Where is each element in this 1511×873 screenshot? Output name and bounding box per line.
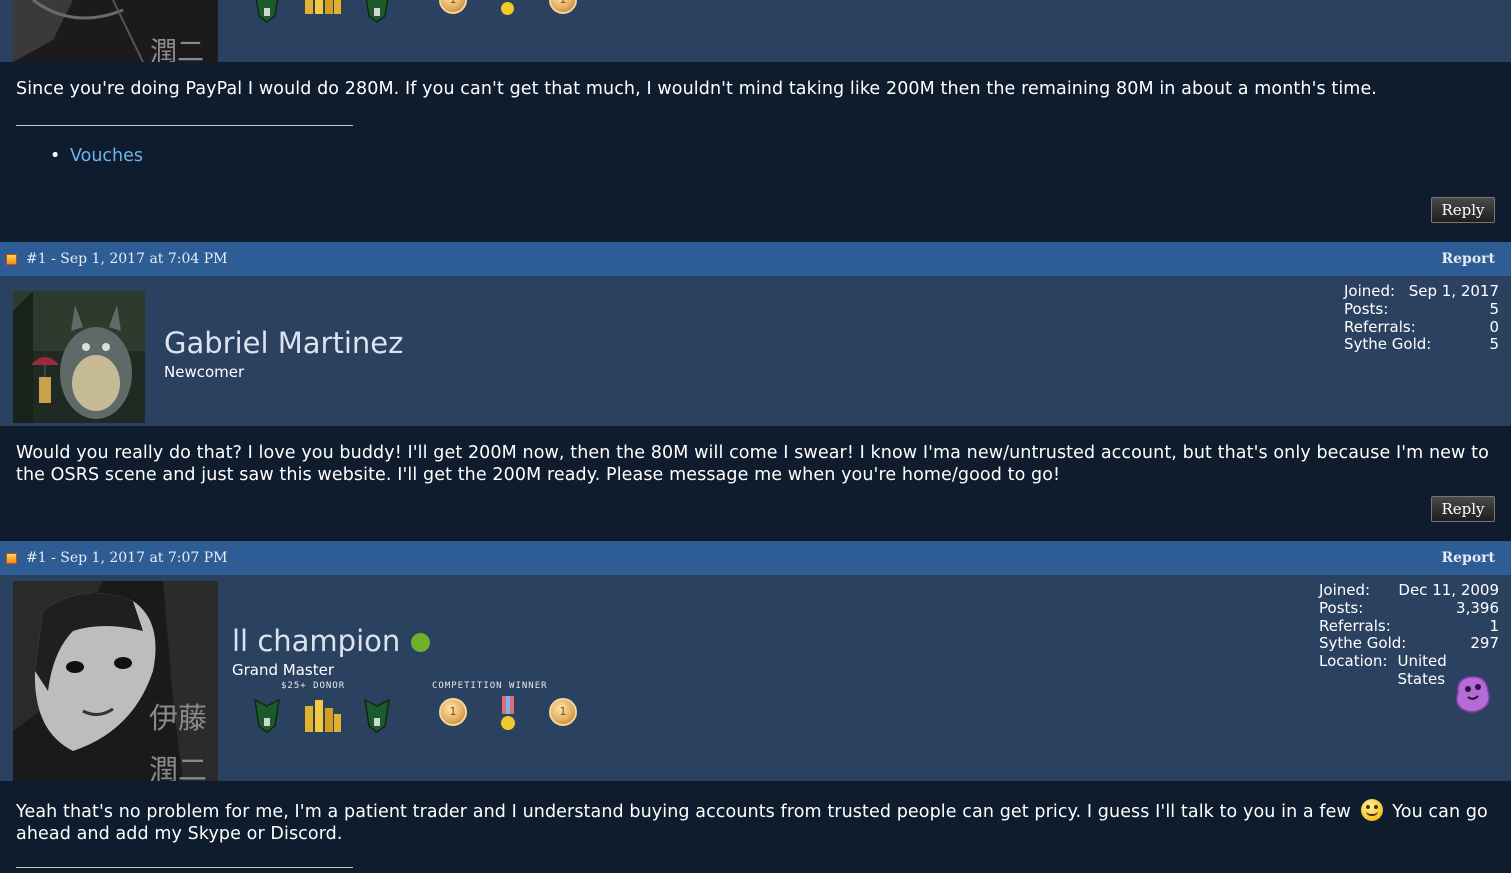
- post2-user-area: 伊藤 潤二 ll champion Grand Master $25+ DONO…: [0, 575, 1511, 781]
- medal-badge-icon: 1: [549, 698, 577, 726]
- post2-avatar[interactable]: 伊藤 潤二: [13, 581, 218, 781]
- stat-posts: Posts: 3,396: [1319, 598, 1499, 617]
- helm-badge-icon: [254, 698, 280, 733]
- signature-divider: [16, 867, 353, 868]
- medal-badge-icon: 1: [439, 0, 467, 14]
- report-link[interactable]: Report: [1441, 550, 1495, 566]
- avatar-caption: 伊藤: [149, 701, 208, 735]
- purple-mascot-icon: [1455, 676, 1490, 713]
- helm-badge-icon: [255, 0, 279, 23]
- helm-badge-icon: [364, 698, 390, 733]
- post1-header: #1 - Sep 1, 2017 at 7:04 PM Report: [0, 242, 1511, 276]
- donor-badge-label: $25+ DONOR: [281, 681, 346, 691]
- user-stats: Joined: Sep 1, 2017 Posts: 5 Referrals: 0 S…: [1344, 282, 1499, 354]
- post1-user-area: Gabriel Martinez Newcomer Joined: Sep 1, …: [0, 276, 1511, 426]
- user-rank: Grand Master: [232, 661, 335, 679]
- post2-message: Yeah that's no problem for me, I'm a pat…: [16, 799, 1496, 845]
- post1-message: Would you really do that? I love you bud…: [16, 443, 1489, 485]
- stat-sythe-gold: Sythe Gold: 5: [1344, 335, 1499, 354]
- smile-emoji-icon: [1360, 799, 1383, 821]
- post2-header: #1 - Sep 1, 2017 at 7:07 PM Report: [0, 541, 1511, 575]
- signature-divider: [16, 125, 353, 126]
- stat-referrals: Referrals: 1: [1319, 616, 1499, 635]
- reply-button[interactable]: Reply: [1431, 496, 1495, 522]
- post0-user-area: 潤二 1 1: [0, 0, 1511, 62]
- post-date[interactable]: #1 - Sep 1, 2017 at 7:07 PM: [26, 550, 228, 566]
- user-rank: Newcomer: [164, 363, 245, 381]
- ribbon-medal-icon: [501, 696, 515, 730]
- avatar-caption: 潤二: [150, 37, 204, 62]
- gold-dot-icon: [501, 2, 514, 15]
- helm-badge-icon: [365, 0, 389, 23]
- stat-joined: Joined: Sep 1, 2017: [1344, 282, 1499, 300]
- coins-badge-icon: [305, 700, 341, 732]
- avatar-image: [13, 291, 145, 423]
- stat-referrals: Referrals: 0: [1344, 317, 1499, 336]
- post1-avatar[interactable]: [13, 291, 145, 423]
- stat-joined: Joined: Dec 11, 2009: [1319, 581, 1499, 599]
- medal-badge-icon: 1: [549, 0, 577, 14]
- post0-avatar[interactable]: 潤二: [13, 0, 218, 62]
- username[interactable]: ll champion: [232, 624, 400, 658]
- reply-button[interactable]: Reply: [1431, 197, 1495, 223]
- medal-badge-icon: 1: [439, 698, 467, 726]
- stat-posts: Posts: 5: [1344, 299, 1499, 318]
- competition-badge-label: COMPETITION WINNER: [432, 681, 548, 691]
- post-status-icon: [6, 553, 17, 564]
- avatar-caption: 潤二: [149, 753, 208, 781]
- report-link[interactable]: Report: [1441, 251, 1495, 267]
- post0-message: Since you're doing PayPal I would do 280…: [16, 79, 1377, 99]
- post-status-icon: [6, 254, 17, 265]
- username[interactable]: Gabriel Martinez: [164, 326, 403, 360]
- coins-badge-icon: [305, 0, 341, 14]
- stat-sythe-gold: Sythe Gold: 297: [1319, 634, 1499, 653]
- post-date[interactable]: #1 - Sep 1, 2017 at 7:04 PM: [26, 251, 228, 267]
- online-status-icon: [411, 633, 430, 652]
- bullet: •: [50, 146, 61, 166]
- vouches-link[interactable]: Vouches: [70, 146, 143, 166]
